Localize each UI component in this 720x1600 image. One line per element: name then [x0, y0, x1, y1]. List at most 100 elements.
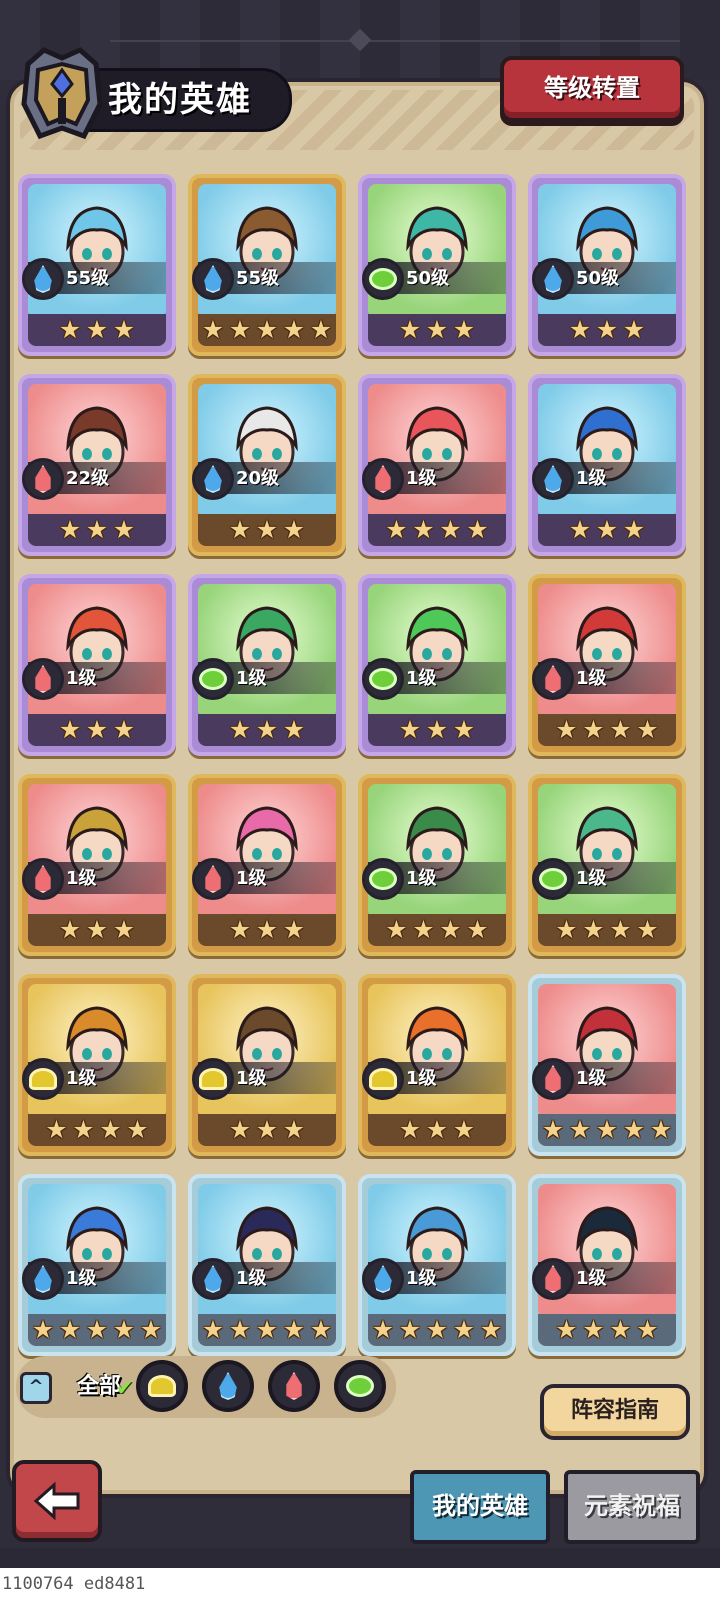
star-rating-bar: ★ ★ ★ ★	[538, 1314, 676, 1346]
element-badge	[362, 1058, 404, 1100]
star-icon: ★	[582, 915, 605, 944]
hero-level: 1级	[576, 468, 607, 489]
element-badge	[192, 658, 234, 700]
star-icon: ★	[85, 515, 109, 544]
hero-card[interactable]: 1级 ★ ★ ★ ★ ★	[528, 974, 686, 1156]
star-rating-bar: ★ ★ ★	[538, 514, 676, 546]
hero-card[interactable]: 50级 ★ ★ ★	[528, 174, 686, 356]
star-rating: ★ ★ ★	[397, 717, 477, 743]
collapse-filter-button[interactable]: ^	[20, 1372, 52, 1404]
filter-all-button[interactable]: 全部 ✔	[68, 1362, 134, 1412]
hero-card[interactable]: 1级 ★ ★ ★	[358, 574, 516, 756]
filter-earth-button[interactable]	[136, 1360, 188, 1412]
hero-card[interactable]: 20级 ★ ★ ★	[188, 374, 346, 556]
hero-card[interactable]: 22级 ★ ★ ★	[18, 374, 176, 556]
hero-card[interactable]: 1级 ★ ★ ★	[18, 574, 176, 756]
water-element-icon	[374, 1265, 392, 1293]
star-icon: ★	[85, 915, 109, 944]
star-rating: ★ ★ ★ ★ ★	[540, 1117, 674, 1143]
hero-card[interactable]: 50级 ★ ★ ★	[358, 174, 516, 356]
hero-card[interactable]: 55级 ★ ★ ★ ★ ★	[188, 174, 346, 356]
hero-card[interactable]: 1级 ★ ★ ★ ★ ★	[188, 1174, 346, 1356]
back-button[interactable]	[12, 1460, 102, 1542]
filter-wood-button[interactable]	[334, 1360, 386, 1412]
star-rating: ★ ★ ★ ★	[554, 717, 661, 743]
water-element-icon	[544, 465, 562, 493]
hero-card[interactable]: 1级 ★ ★ ★ ★ ★	[18, 1174, 176, 1356]
hero-card[interactable]: 1级 ★ ★ ★	[188, 974, 346, 1156]
filter-all-label: 全部	[76, 1374, 121, 1399]
check-icon: ✔	[115, 1376, 134, 1401]
hero-card[interactable]: 1级 ★ ★ ★ ★ ★	[358, 1174, 516, 1356]
star-icon: ★	[228, 515, 252, 544]
hero-card[interactable]: 55级 ★ ★ ★	[18, 174, 176, 356]
tab-element-blessing[interactable]: 元素祝福	[564, 1470, 700, 1544]
earth-element-icon	[369, 1068, 397, 1090]
star-icon: ★	[282, 315, 306, 344]
star-rating-bar: ★ ★ ★	[28, 914, 166, 946]
earth-element-icon	[148, 1375, 176, 1397]
hero-level: 1级	[236, 868, 267, 889]
star-rating: ★ ★ ★ ★	[554, 1317, 661, 1343]
element-badge	[22, 258, 64, 300]
level-reset-button[interactable]: 等级转置	[500, 56, 684, 122]
hero-card[interactable]: 1级 ★ ★ ★	[358, 974, 516, 1156]
hero-card[interactable]: 1级 ★ ★ ★ ★	[18, 974, 176, 1156]
star-icon: ★	[425, 315, 449, 344]
hero-card[interactable]: 1级 ★ ★ ★	[188, 774, 346, 956]
star-icon: ★	[622, 1115, 646, 1144]
wood-element-icon	[369, 268, 397, 290]
hero-level: 1级	[576, 868, 607, 889]
element-badge	[532, 858, 574, 900]
star-icon: ★	[555, 915, 578, 944]
star-icon: ★	[58, 1315, 82, 1344]
star-icon: ★	[85, 715, 109, 744]
star-icon: ★	[439, 915, 462, 944]
star-rating: ★ ★ ★ ★	[384, 917, 491, 943]
hero-card[interactable]: 1级 ★ ★ ★	[18, 774, 176, 956]
hero-card[interactable]: 1级 ★ ★ ★ ★	[528, 1174, 686, 1356]
star-rating-bar: ★ ★ ★ ★ ★	[198, 314, 336, 346]
hero-grid: 55级 ★ ★ ★ 55级 ★ ★ ★ ★ ★ 50级 ★ ★ ★ 50级 ★ ★ ★ 22级 ★ ★ ★ 20级 ★ ★ ★ 1级…	[18, 174, 702, 1356]
star-icon: ★	[58, 915, 82, 944]
element-badge	[22, 1258, 64, 1300]
star-rating-bar: ★ ★ ★ ★ ★	[368, 1314, 506, 1346]
lineup-guide-button[interactable]: 阵容指南	[540, 1384, 690, 1440]
star-icon: ★	[385, 515, 408, 544]
star-icon: ★	[609, 715, 632, 744]
hero-level: 22级	[66, 468, 110, 489]
element-badge	[22, 1058, 64, 1100]
hero-level: 1级	[576, 668, 607, 689]
star-rating: ★ ★ ★	[567, 517, 647, 543]
star-icon: ★	[58, 515, 82, 544]
hero-level: 1级	[236, 1068, 267, 1089]
star-icon: ★	[228, 915, 252, 944]
hero-card[interactable]: 1级 ★ ★ ★	[528, 374, 686, 556]
star-icon: ★	[622, 315, 646, 344]
star-icon: ★	[228, 715, 252, 744]
tab-my-heroes[interactable]: 我的英雄	[410, 1470, 550, 1544]
star-icon: ★	[282, 1115, 306, 1144]
star-icon: ★	[636, 715, 659, 744]
star-rating-bar: ★ ★ ★	[368, 714, 506, 746]
star-icon: ★	[85, 1315, 109, 1344]
fire-element-icon	[545, 1265, 561, 1293]
element-badge	[192, 1058, 234, 1100]
hero-card[interactable]: 1级 ★ ★ ★ ★	[528, 774, 686, 956]
element-badge	[532, 1058, 574, 1100]
filter-water-button[interactable]	[202, 1360, 254, 1412]
fire-element-icon	[545, 1065, 561, 1093]
element-badge	[362, 1258, 404, 1300]
filter-fire-button[interactable]	[268, 1360, 320, 1412]
star-icon: ★	[99, 1115, 122, 1144]
water-element-icon	[204, 265, 222, 293]
hero-card[interactable]: 1级 ★ ★ ★ ★	[528, 574, 686, 756]
earth-element-icon	[29, 1068, 57, 1090]
hero-card[interactable]: 1级 ★ ★ ★	[188, 574, 346, 756]
hero-card[interactable]: 1级 ★ ★ ★ ★	[358, 774, 516, 956]
fire-element-icon	[205, 865, 221, 893]
star-icon: ★	[609, 1315, 632, 1344]
star-rating: ★ ★ ★	[57, 917, 137, 943]
star-icon: ★	[568, 1115, 592, 1144]
hero-card[interactable]: 1级 ★ ★ ★ ★	[358, 374, 516, 556]
